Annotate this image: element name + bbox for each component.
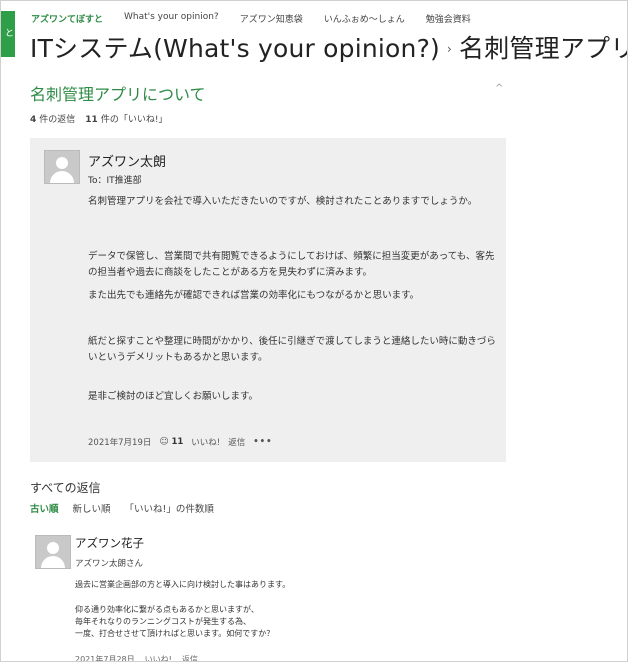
replies-label: 件の返信 xyxy=(39,115,76,125)
reply-recipient: アズワン太朗さん xyxy=(75,559,144,569)
reply-line: 一度、打合せさせて頂ければと思います。如何ですか？ xyxy=(75,629,275,638)
post-paragraph: データで保管し、営業間で共有閲覧できるようにしておけば、頻繁に担当変更があっても… xyxy=(88,251,495,278)
original-post: アズワン太朗 To：IT推進部 名刺管理アプリを会社で導入いただきたいのですが、… xyxy=(30,138,506,462)
page-frame: と アズワンてぼすと What's your opinion? アズワン知恵袋 … xyxy=(0,0,628,662)
breadcrumb-group[interactable]: ITシステム(What's your opinion?) xyxy=(30,34,440,63)
sort-oldest[interactable]: 古い順 xyxy=(30,501,59,515)
avatar[interactable] xyxy=(44,150,80,184)
like-button[interactable]: いいね! xyxy=(191,436,220,448)
post-recipient: To：IT推進部 xyxy=(88,176,142,186)
post-date: 2021年7月19日 xyxy=(88,438,152,448)
post-paragraph: 名刺管理アプリを会社で導入いただきたいのですが、検討されたことありますでしょうか… xyxy=(88,196,478,207)
post-like-count: 11 xyxy=(171,437,184,447)
reply-author[interactable]: アズワン花子 xyxy=(75,535,144,551)
nav-item-asone-post[interactable]: アズワンてぼすと xyxy=(31,12,103,25)
top-navigation: アズワンてぼすと What's your opinion? アズワン知恵袋 いん… xyxy=(31,12,471,25)
avatar[interactable] xyxy=(35,535,71,569)
breadcrumb-separator-icon: › xyxy=(447,42,453,56)
smile-icon: ☺ xyxy=(159,437,169,447)
replies-count: 4 xyxy=(30,115,37,125)
reply-meta: 2021年7月28日 いいね! 返信 xyxy=(75,654,198,662)
sort-most-liked[interactable]: 「いいね!」の件数順 xyxy=(125,501,214,515)
breadcrumb-thread: 名刺管理アプリについて xyxy=(459,34,627,63)
like-summary[interactable]: ☺ 11 xyxy=(159,437,183,447)
reply-button[interactable]: 返信 xyxy=(228,436,245,448)
nav-item-asone-chiebukuro[interactable]: アズワン知恵袋 xyxy=(240,12,303,25)
left-side-tab[interactable]: と xyxy=(1,11,15,57)
post-paragraph: 紙だと探すことや整理に時間がかかり、後任に引継ぎで渡してしまうと連絡したい時に動… xyxy=(88,336,496,363)
thread-stats: 4 件の返信 11 件の「いいね!」 xyxy=(30,112,167,125)
likes-count: 11 xyxy=(85,115,98,125)
post-paragraph: また出先でも連絡先が確認できれば営業の効率化にもつながるかと思います。 xyxy=(88,290,420,301)
post-paragraph: 是非ご検討のほど宜しくお願いします。 xyxy=(88,391,259,402)
reply-date: 2021年7月28日 xyxy=(75,655,135,662)
all-replies-heading: すべての返信 xyxy=(30,481,101,495)
breadcrumb: ITシステム(What's your opinion?) › 名刺管理アプリについて xyxy=(30,29,627,65)
post-meta: 2021年7月19日 ☺ 11 いいね! 返信 ••• xyxy=(88,436,273,448)
sort-newest[interactable]: 新しい順 xyxy=(73,501,111,515)
more-options-icon[interactable]: ••• xyxy=(253,437,272,447)
nav-item-information[interactable]: いんふぉめ〜しょん xyxy=(324,12,405,25)
reply-line: 毎年それなりのランニングコストが発生する為、 xyxy=(75,617,251,626)
sort-options: 古い順 新しい順 「いいね!」の件数順 xyxy=(30,501,214,515)
likes-label: 件の「いいね!」 xyxy=(100,115,168,125)
collapse-icon[interactable]: ^ xyxy=(495,83,503,94)
reply-line: 過去に営業企画部の方と導入に向け検討した事はあります。 xyxy=(75,580,291,589)
left-tab-label: と xyxy=(4,29,14,39)
post-author[interactable]: アズワン太朗 xyxy=(88,151,166,170)
reply-reply-button[interactable]: 返信 xyxy=(182,654,198,661)
reply-like-button[interactable]: いいね! xyxy=(145,654,172,661)
reply-line: 仰る通り効率化に繋がる点もあるかと思いますが、 xyxy=(75,605,259,614)
nav-item-study-materials[interactable]: 勉強会資料 xyxy=(426,12,471,25)
thread-title: 名刺管理アプリについて xyxy=(30,85,206,104)
nav-item-whats-your-opinion[interactable]: What's your opinion? xyxy=(124,12,219,25)
